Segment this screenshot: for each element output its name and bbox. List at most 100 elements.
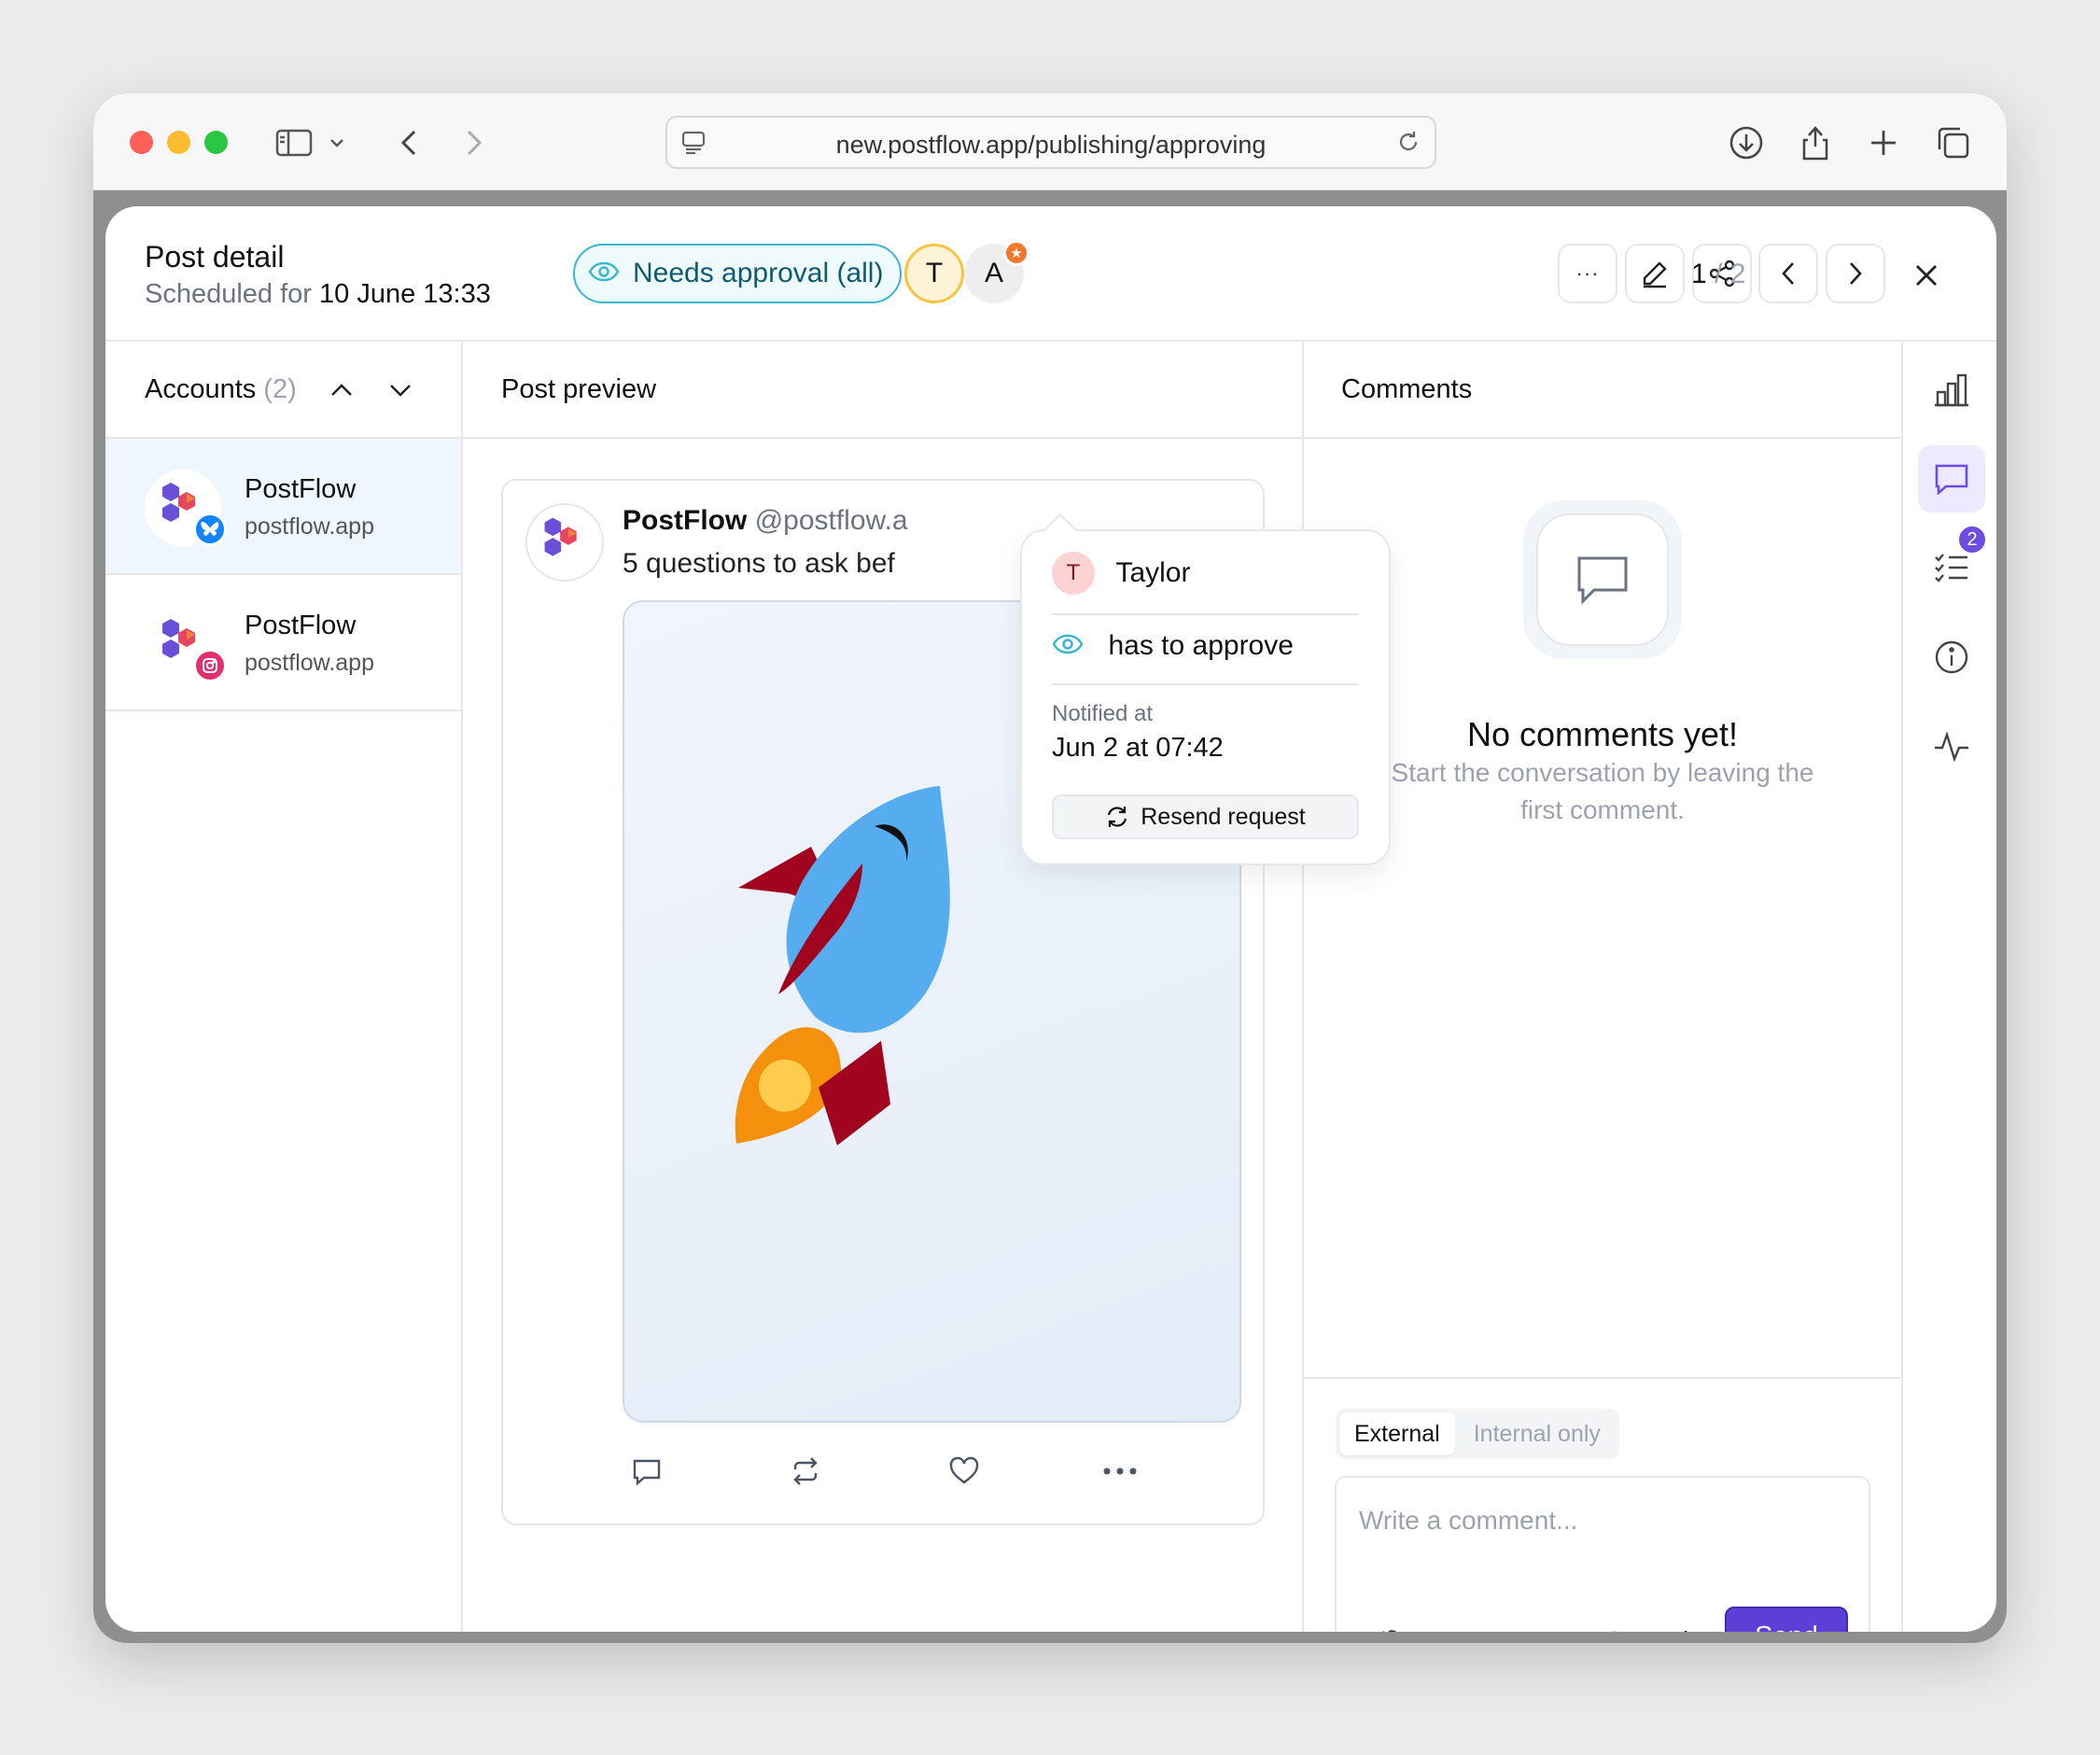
close-icon	[1916, 265, 1937, 286]
checklist-icon	[1935, 554, 1967, 583]
like-icon[interactable]	[941, 1448, 987, 1495]
comment-bubble-icon	[1536, 513, 1669, 646]
chevron-up-icon[interactable]	[329, 375, 354, 406]
accounts-count: (2)	[263, 373, 297, 404]
account-item-instagram[interactable]: PostFlow postflow.app	[105, 575, 461, 711]
download-icon[interactable]	[1725, 121, 1768, 164]
approver-avatar-taylor[interactable]: T	[904, 244, 964, 303]
more-icon[interactable]	[1097, 1448, 1143, 1495]
sidebar-toggle-icon[interactable]	[273, 121, 315, 164]
account-handle: postflow.app	[245, 513, 374, 540]
comment-composer-area: External Internal only Write a comment..…	[1304, 1377, 1901, 1632]
comments-tab-button[interactable]	[1918, 445, 1985, 512]
approval-requirement: has to approve	[1108, 630, 1294, 661]
star-icon: ★	[1003, 240, 1029, 266]
approver-name: Taylor	[1115, 557, 1191, 588]
pencil-icon	[1643, 261, 1667, 288]
reply-icon[interactable]	[623, 1448, 670, 1495]
instagram-icon	[193, 649, 227, 682]
accounts-panel: Accounts (2) PostFlow postflow.app PostF…	[105, 342, 463, 1632]
resend-request-label: Resend request	[1141, 803, 1306, 830]
address-bar[interactable]: new.postflow.app/publishing/approving	[665, 116, 1436, 169]
activity-icon	[1935, 731, 1968, 763]
previous-post-button[interactable]	[1758, 244, 1818, 303]
pager-total: / 2	[1715, 259, 1746, 289]
approver-avatar-a[interactable]: A ★	[964, 240, 1029, 303]
url-text: new.postflow.app/publishing/approving	[835, 131, 1267, 159]
zoom-window-button[interactable]	[204, 131, 228, 154]
attachment-icon[interactable]	[1368, 1623, 1406, 1632]
empty-state-title: No comments yet!	[1466, 715, 1739, 753]
scheduled-info: Scheduled for 10 June 13:33	[145, 279, 491, 310]
info-icon	[1935, 640, 1968, 674]
next-post-button[interactable]	[1826, 244, 1885, 303]
comment-icon	[1935, 464, 1968, 495]
tab-internal-only[interactable]: Internal only	[1459, 1412, 1616, 1455]
divider	[1052, 683, 1359, 685]
reload-icon[interactable]	[1395, 129, 1421, 160]
close-modal-button[interactable]	[1908, 257, 1945, 294]
empty-state-icon-frame	[1523, 500, 1682, 659]
forward-icon[interactable]	[453, 121, 496, 164]
account-handle: postflow.app	[245, 650, 374, 676]
accounts-header: Accounts (2)	[105, 342, 461, 439]
tabs-overview-icon[interactable]	[1932, 121, 1975, 164]
accounts-heading: Accounts	[145, 373, 257, 404]
account-name: PostFlow	[245, 611, 357, 640]
author-line: PostFlow @postflow.a	[623, 505, 908, 537]
comments-header: Comments	[1304, 342, 1901, 439]
author-name: PostFlow	[623, 505, 748, 536]
approver-initial: A	[984, 258, 1003, 288]
author-avatar	[525, 503, 604, 582]
more-options-label: ···	[1575, 261, 1600, 285]
account-item-bluesky[interactable]: PostFlow postflow.app	[105, 439, 461, 575]
tasks-button[interactable]: 2	[1918, 525, 1987, 601]
browser-toolbar: new.postflow.app/publishing/approving	[93, 93, 2007, 190]
approval-status-badge[interactable]: Needs approval (all)	[573, 244, 902, 303]
approval-status-label: Needs approval (all)	[633, 258, 884, 288]
close-window-button[interactable]	[130, 131, 153, 154]
post-detail-modal: Post detail Scheduled for 10 June 13:33 …	[105, 206, 1996, 1632]
scheduled-value: 10 June 13:33	[319, 279, 491, 309]
chevron-right-icon	[1850, 262, 1862, 285]
post-actions	[623, 1448, 1241, 1495]
repost-icon[interactable]	[782, 1448, 829, 1495]
comment-placeholder: Write a comment...	[1359, 1506, 1578, 1535]
account-name: PostFlow	[245, 474, 357, 504]
preview-heading: Post preview	[501, 373, 657, 404]
pager-current: 1	[1691, 259, 1707, 289]
bluesky-icon	[193, 512, 227, 546]
edit-button[interactable]	[1625, 244, 1685, 303]
modal-header: Post detail Scheduled for 10 June 13:33 …	[105, 206, 1996, 342]
page-title: Post detail	[145, 240, 285, 274]
activity-button[interactable]	[1918, 713, 1985, 780]
more-options-button[interactable]: ···	[1558, 244, 1617, 303]
send-button[interactable]: Send	[1725, 1607, 1848, 1632]
chevron-down-icon[interactable]	[388, 375, 413, 406]
author-handle: @postflow.a	[754, 505, 908, 536]
new-tab-icon[interactable]	[1862, 121, 1905, 164]
back-icon[interactable]	[387, 121, 430, 164]
popover-status-row: has to approve	[1052, 630, 1359, 662]
info-button[interactable]	[1918, 624, 1985, 691]
tab-external[interactable]: External	[1339, 1412, 1455, 1455]
postflow-logo	[145, 606, 227, 682]
notified-label: Notified at	[1052, 701, 1154, 726]
cancel-button[interactable]: Cancel	[1600, 1620, 1693, 1633]
postflow-logo	[145, 470, 227, 546]
eye-icon	[1052, 634, 1087, 658]
empty-state-subtitle: Start the conversation by leaving the fi…	[1391, 758, 1814, 824]
minimize-window-button[interactable]	[167, 131, 190, 154]
approver-popover: T Taylor has to approve Notified at Jun …	[1020, 512, 1391, 865]
comments-panel: Comments No comments yet! Start the conv…	[1304, 342, 1901, 1632]
comment-input[interactable]: Write a comment... Cancel Send	[1335, 1476, 1870, 1632]
analytics-button[interactable]	[1918, 357, 1985, 424]
chevron-down-icon[interactable]	[323, 121, 351, 164]
comment-visibility-toggle: External Internal only	[1336, 1409, 1619, 1459]
browser-window: new.postflow.app/publishing/approving Po…	[93, 93, 2007, 1643]
resend-request-button[interactable]: Resend request	[1052, 794, 1359, 839]
share-icon[interactable]	[1794, 121, 1837, 164]
comments-heading: Comments	[1341, 373, 1473, 404]
preview-header: Post preview	[463, 342, 1302, 439]
popover-user-row: T Taylor	[1052, 552, 1359, 595]
